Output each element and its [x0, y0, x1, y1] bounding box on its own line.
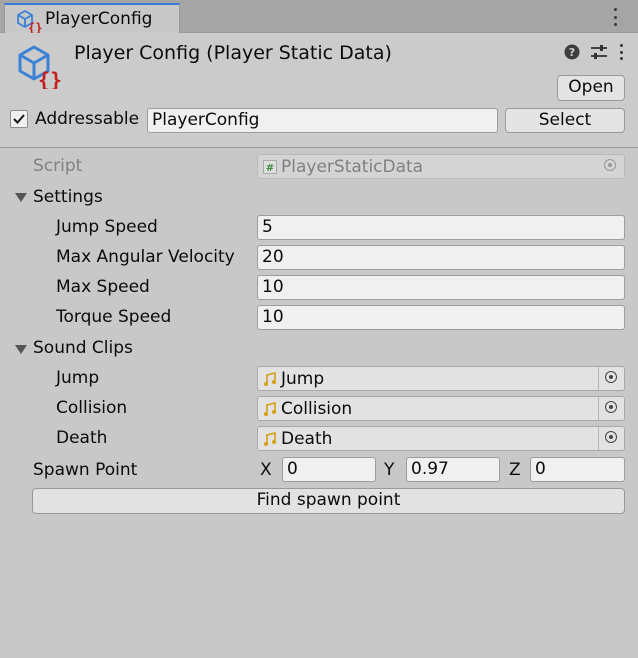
spawn-point-label: Spawn Point	[33, 460, 138, 480]
scriptable-object-icon: {}	[17, 10, 42, 33]
tab-strip: {} PlayerConfig	[0, 0, 638, 33]
address-field[interactable]: PlayerConfig	[147, 108, 498, 133]
x-label[interactable]: X	[260, 460, 272, 480]
clip-value: Death	[281, 429, 333, 449]
addressable-label: Addressable	[35, 109, 140, 129]
object-picker-icon	[598, 155, 624, 178]
svg-text:{}: {}	[28, 21, 42, 33]
jump-clip-field[interactable]: Jump	[257, 366, 625, 391]
settings-foldout[interactable]: Settings	[33, 187, 103, 207]
y-label[interactable]: Y	[384, 460, 394, 480]
audio-clip-icon	[264, 372, 276, 386]
tab-playerconfig[interactable]: {} PlayerConfig	[4, 3, 180, 33]
context-menu-icon[interactable]	[618, 44, 624, 60]
spawn-z-input[interactable]: 0	[530, 457, 625, 482]
inspector-window: {} PlayerConfig {} Player Config (Player…	[0, 0, 638, 658]
z-label[interactable]: Z	[509, 460, 521, 480]
audio-clip-icon	[264, 402, 276, 416]
clip-value: Jump	[281, 369, 325, 389]
select-button[interactable]: Select	[505, 108, 625, 133]
torque-speed-input[interactable]: 10	[257, 305, 625, 330]
help-icon[interactable]: ?	[564, 44, 580, 60]
addressable-checkbox[interactable]	[10, 110, 28, 128]
object-title: Player Config (Player Static Data)	[74, 42, 392, 64]
field-label: Jump Speed	[56, 217, 158, 237]
find-spawn-point-button[interactable]: Find spawn point	[32, 488, 625, 514]
object-picker-icon[interactable]	[598, 397, 624, 420]
jump-speed-input[interactable]: 5	[257, 215, 625, 240]
field-label: Max Angular Velocity	[56, 247, 235, 267]
field-label: Jump	[56, 368, 100, 388]
checkmark-icon	[13, 114, 25, 124]
script-value: PlayerStaticData	[281, 157, 424, 177]
audio-clip-icon	[264, 432, 276, 446]
svg-text:?: ?	[569, 46, 575, 59]
clip-value: Collision	[281, 399, 353, 419]
header-icons: ?	[564, 41, 624, 63]
script-file-icon: #	[263, 160, 277, 174]
field-label: Torque Speed	[56, 307, 172, 327]
sound-clips-foldout[interactable]: Sound Clips	[33, 338, 133, 358]
collision-clip-field[interactable]: Collision	[257, 396, 625, 421]
tab-menu-icon[interactable]	[612, 8, 618, 26]
svg-text:{}: {}	[38, 68, 62, 89]
max-angular-velocity-input[interactable]: 20	[257, 245, 625, 270]
spawn-y-input[interactable]: 0.97	[406, 457, 500, 482]
field-label: Max Speed	[56, 277, 150, 297]
spawn-x-input[interactable]: 0	[282, 457, 376, 482]
field-label: Collision	[56, 398, 128, 418]
script-label: Script	[33, 156, 83, 176]
open-button[interactable]: Open	[557, 75, 625, 101]
max-speed-input[interactable]: 10	[257, 275, 625, 300]
preset-icon[interactable]	[590, 44, 608, 60]
object-picker-icon[interactable]	[598, 367, 624, 390]
svg-text:#: #	[266, 163, 274, 174]
script-field[interactable]: # PlayerStaticData	[257, 154, 625, 179]
death-clip-field[interactable]: Death	[257, 426, 625, 451]
scriptable-object-icon: {}	[18, 45, 62, 89]
tab-label: PlayerConfig	[45, 9, 153, 29]
sound-clips-foldout-icon[interactable]	[15, 345, 27, 354]
field-label: Death	[56, 428, 108, 448]
object-picker-icon[interactable]	[598, 427, 624, 450]
settings-foldout-icon[interactable]	[15, 193, 27, 202]
